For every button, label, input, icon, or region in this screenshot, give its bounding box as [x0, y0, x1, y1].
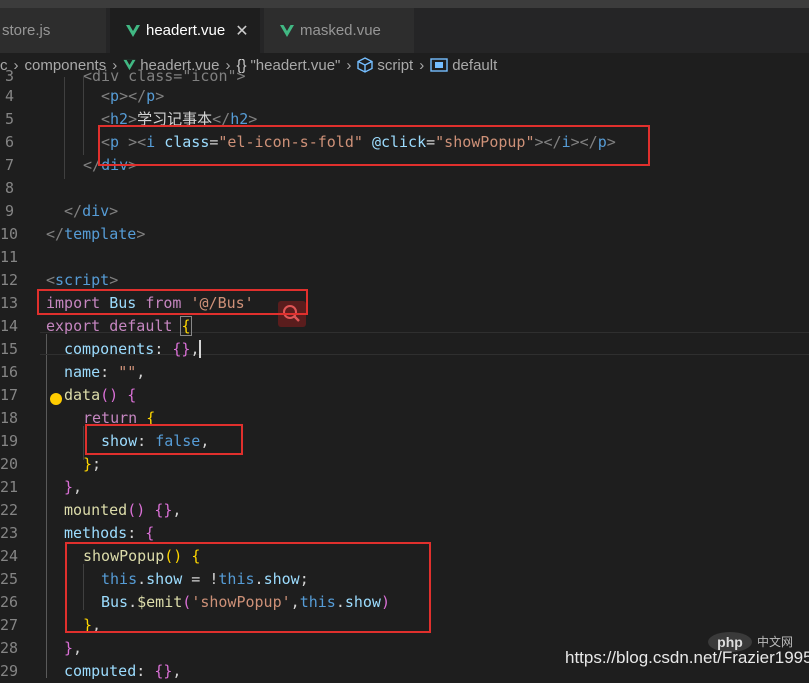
- lightbulb-icon[interactable]: [50, 393, 62, 405]
- code-line-20: 20};: [0, 453, 809, 476]
- line-number: 20: [0, 455, 19, 473]
- line-number: 27: [0, 616, 19, 634]
- tag-name: p: [146, 87, 156, 105]
- vue-icon: [280, 24, 294, 37]
- close-icon[interactable]: ✕: [235, 21, 248, 40]
- keyword: default: [109, 317, 173, 335]
- tab-bar: store.js headert.vue ✕ masked.vue: [0, 0, 809, 53]
- function-name: mounted: [64, 501, 128, 519]
- code-text: data() {: [64, 386, 137, 404]
- line-number: 29: [0, 662, 19, 680]
- highlight-box: [85, 424, 243, 455]
- string-literal: "": [118, 363, 137, 381]
- code-line-16: 16 name: "",: [0, 361, 809, 384]
- code-line-14: 14 export default {: [0, 315, 809, 338]
- line-number: 17: [0, 386, 19, 404]
- tab-headert-vue[interactable]: headert.vue ✕: [110, 8, 260, 53]
- code-line-22: 22 mounted() {},: [0, 499, 809, 522]
- highlight-box: [98, 125, 650, 166]
- title-strip: [0, 0, 809, 8]
- code-text: mounted() {},: [64, 501, 182, 519]
- line-number: 12: [0, 271, 19, 289]
- property-key: methods: [64, 524, 128, 542]
- line-number: 19: [0, 432, 19, 450]
- code-line-17: 17 data() {: [0, 384, 809, 407]
- line-number: 24: [0, 547, 19, 565]
- code-text: <p></p>: [101, 87, 165, 105]
- code-text: computed: {},: [64, 662, 182, 680]
- line-number: 28: [0, 639, 19, 657]
- line-number: 13: [0, 294, 19, 312]
- line-number: 25: [0, 570, 19, 588]
- highlight-box: [65, 542, 431, 633]
- line-number: 26: [0, 593, 19, 611]
- line-number: 16: [0, 363, 19, 381]
- code-line-4: 4 <p></p>: [0, 85, 809, 108]
- highlight-box: [37, 289, 308, 315]
- watermark: https://blog.csdn.net/Frazier1995: [565, 648, 809, 667]
- tab-label: headert.vue: [146, 22, 226, 39]
- code-line-11: 11: [0, 246, 809, 269]
- tag-name: p: [110, 87, 120, 105]
- vue-icon: [126, 24, 140, 37]
- tag-name: template: [64, 225, 137, 243]
- property-key: name: [64, 363, 101, 381]
- code-text: </div>: [64, 202, 119, 220]
- property-key: computed: [64, 662, 137, 680]
- line-number: 14: [0, 317, 19, 335]
- code-line-21: 21},: [0, 476, 809, 499]
- tab-label: masked.vue: [300, 22, 381, 39]
- tag-name: div: [82, 202, 110, 220]
- code-text: },: [64, 639, 83, 657]
- tab-masked-vue[interactable]: masked.vue: [264, 8, 414, 53]
- code-line-9: 9 </div>: [0, 200, 809, 223]
- line-number: 18: [0, 409, 19, 427]
- line-number: 6: [4, 133, 14, 151]
- line-number: 8: [4, 179, 14, 197]
- tab-store-js[interactable]: store.js: [0, 8, 106, 53]
- line-number: 23: [0, 524, 19, 542]
- code-text: </template>: [46, 225, 146, 243]
- tab-label: store.js: [2, 22, 51, 39]
- function-name: data: [64, 386, 101, 404]
- line-number: 4: [4, 87, 14, 105]
- code-line-10: 10 </template>: [0, 223, 809, 246]
- line-number: 11: [0, 248, 19, 266]
- keyword: export: [46, 317, 101, 335]
- line-number: 7: [4, 156, 14, 174]
- line-number: 9: [4, 202, 14, 220]
- line-number: 15: [0, 340, 19, 358]
- line-number: 21: [0, 478, 19, 496]
- code-line-8: 8: [0, 177, 809, 200]
- code-line-15: 15 components: {},: [0, 338, 809, 361]
- code-text: },: [64, 478, 83, 496]
- line-number: 22: [0, 501, 19, 519]
- property-key: components: [64, 340, 155, 358]
- tag-name: script: [55, 271, 110, 289]
- code-text: };: [83, 455, 102, 473]
- line-number: 10: [0, 225, 19, 243]
- line-number: 5: [4, 110, 14, 128]
- code-text: export default {: [46, 316, 192, 336]
- code-text: name: "",: [64, 363, 146, 381]
- code-text: components: {},: [64, 338, 211, 361]
